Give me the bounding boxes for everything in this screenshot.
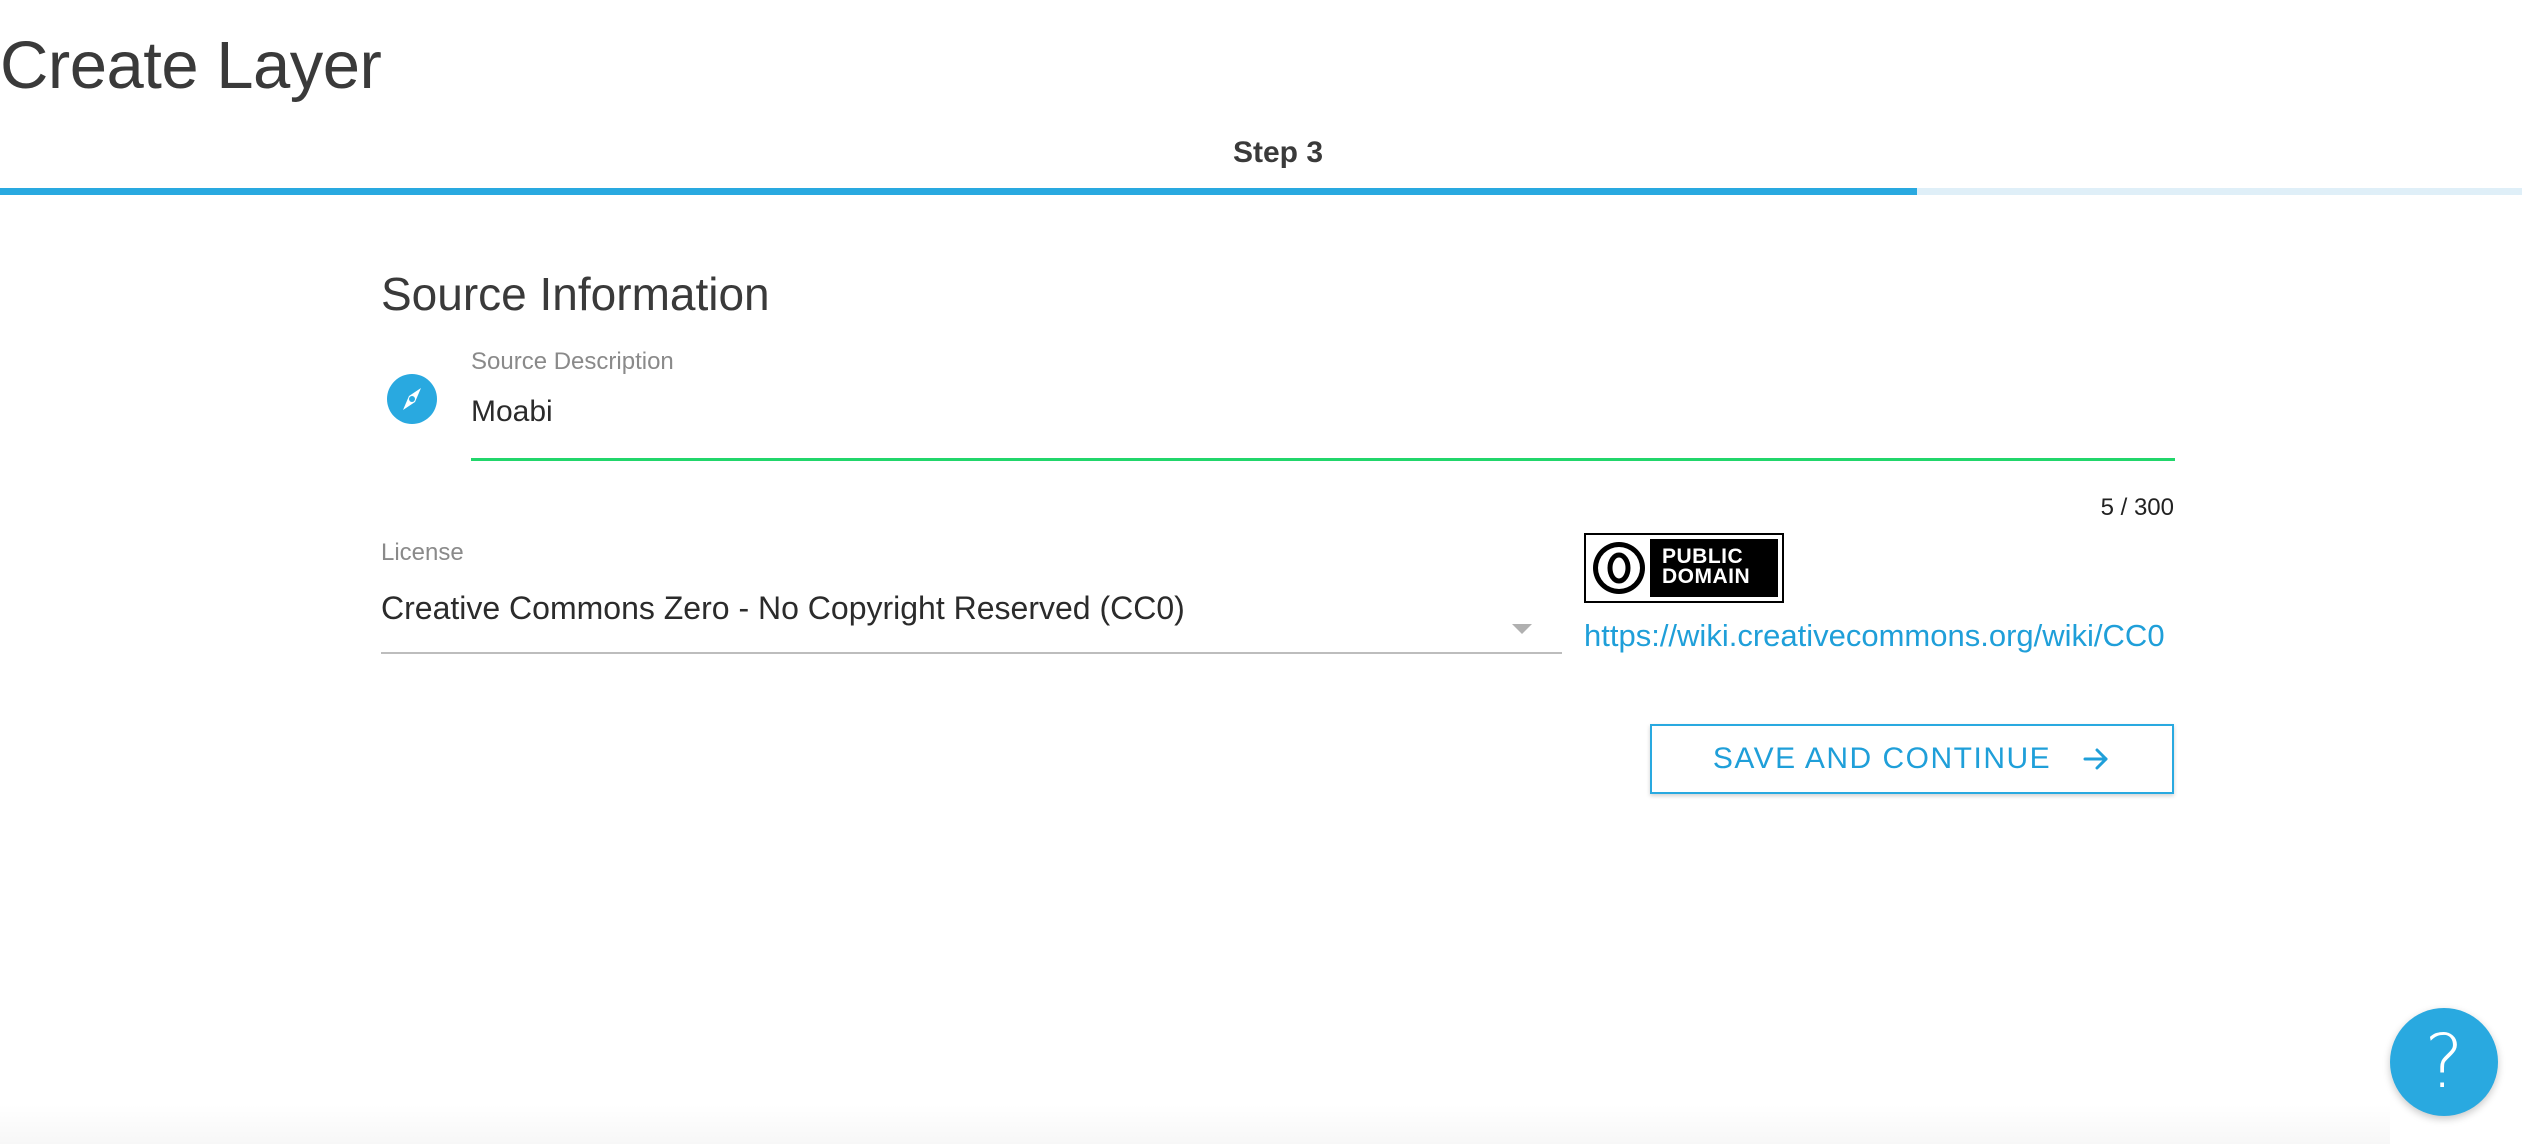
license-selected-value: Creative Commons Zero - No Copyright Res… — [381, 590, 1185, 626]
step-label: Step 3 — [1232, 136, 1324, 169]
source-description-underline — [471, 458, 2175, 461]
badge-line-2: DOMAIN — [1662, 565, 1751, 588]
help-icon: ? — [2424, 1019, 2464, 1105]
save-and-continue-label: SAVE AND CONTINUE — [1712, 742, 2052, 775]
step-progress-track — [0, 188, 2522, 195]
section-title: Source Information — [381, 268, 770, 320]
cc-zero-icon — [1590, 539, 1648, 597]
public-domain-text: PUBLIC DOMAIN — [1650, 539, 1778, 597]
license-link[interactable]: https://wiki.creativecommons.org/wiki/CC… — [1584, 618, 2165, 654]
badge-line-1: PUBLIC — [1662, 545, 1744, 568]
step-progress-fill — [0, 188, 1917, 195]
character-counter: 5 / 300 — [2100, 494, 2174, 521]
save-and-continue-button[interactable]: SAVE AND CONTINUE — [1650, 724, 2174, 794]
page-title: Create Layer — [0, 28, 382, 103]
public-domain-badge: PUBLIC DOMAIN — [1584, 533, 1784, 603]
help-button[interactable]: ? — [2390, 1008, 2498, 1116]
source-description-label: Source Description — [471, 348, 674, 375]
arrow-right-icon — [2083, 748, 2108, 770]
create-layer-page: Create Layer Step 3 Source Information S… — [0, 0, 2522, 1144]
compass-icon — [387, 374, 437, 424]
chevron-down-icon — [1512, 624, 1532, 634]
bottom-shadow — [0, 1104, 2390, 1144]
license-select[interactable]: Creative Commons Zero - No Copyright Res… — [381, 580, 1562, 654]
license-label: License — [381, 539, 464, 566]
source-description-input[interactable] — [471, 390, 2175, 434]
